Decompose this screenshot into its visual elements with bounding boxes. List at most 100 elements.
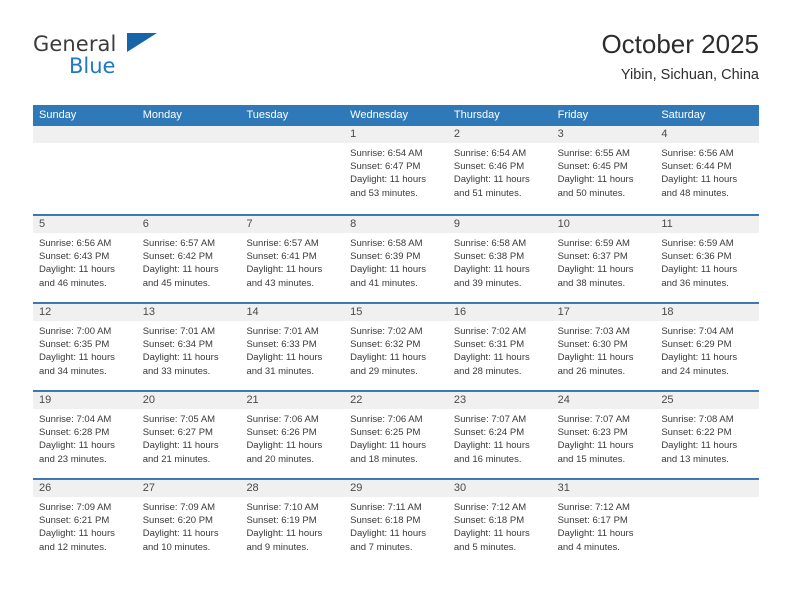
calendar-day-cell[interactable]: 10 Sunrise: 6:59 AM Sunset: 6:37 PM Dayligh… — [551, 216, 656, 302]
day-number: 1 — [344, 126, 448, 143]
day-number: 23 — [447, 392, 552, 409]
day-details: Sunrise: 6:54 AM Sunset: 6:46 PM Daylight:… — [448, 143, 552, 200]
day-number: 14 — [240, 304, 345, 321]
day-details: Sunrise: 7:10 AM Sunset: 6:19 PM Daylight:… — [240, 497, 344, 554]
calendar-day-cell[interactable]: 19 Sunrise: 7:04 AM Sunset: 6:28 PM Dayligh… — [33, 392, 137, 478]
calendar-day-cell[interactable]: 21 Sunrise: 7:06 AM Sunset: 6:26 PM Dayligh… — [240, 392, 345, 478]
day-details: Sunrise: 7:09 AM Sunset: 6:21 PM Daylight:… — [33, 497, 137, 554]
weekday-header-wednesday: Wednesday — [350, 109, 409, 121]
calendar-day-cell[interactable]: 23 Sunrise: 7:07 AM Sunset: 6:24 PM Dayligh… — [447, 392, 552, 478]
daylight-text: Daylight: 11 hours and 21 minutes. — [142, 440, 219, 465]
day-number: 5 — [33, 216, 137, 233]
day-number: 6 — [136, 216, 241, 233]
calendar-day-cell[interactable]: 31 Sunrise: 7:12 AM Sunset: 6:17 PM Dayligh… — [551, 480, 656, 566]
calendar-day-cell[interactable]: 12 Sunrise: 7:00 AM Sunset: 6:35 PM Dayligh… — [33, 304, 137, 390]
daylight-text: Daylight: 11 hours and 48 minutes. — [661, 174, 738, 199]
day-details: Sunrise: 6:59 AM Sunset: 6:36 PM Daylight:… — [655, 233, 759, 290]
day-details: Sunrise: 6:56 AM Sunset: 6:44 PM Daylight:… — [655, 143, 759, 200]
calendar-day-cell[interactable]: 2 Sunrise: 6:54 AM Sunset: 6:46 PM Daylight… — [447, 126, 552, 214]
sunset-text: Sunset: 6:34 PM — [142, 339, 213, 351]
sunrise-text: Sunrise: 7:10 AM — [246, 502, 319, 513]
calendar-day-cell[interactable]: 15 Sunrise: 7:02 AM Sunset: 6:32 PM Dayligh… — [344, 304, 448, 390]
calendar-grid: Sunday Monday Tuesday Wednesday Thursday Frid… — [33, 105, 760, 566]
calendar-week-row: 5 Sunrise: 6:56 AM Sunset: 6:43 PM Daylight… — [33, 214, 760, 302]
day-details: Sunrise: 6:57 AM Sunset: 6:42 PM Daylight:… — [137, 233, 241, 290]
day-number — [136, 126, 241, 143]
calendar-day-cell-empty — [240, 126, 345, 214]
sunset-text: Sunset: 6:18 PM — [453, 515, 525, 527]
day-details: Sunrise: 7:04 AM Sunset: 6:29 PM Daylight:… — [655, 321, 759, 378]
calendar-day-cell[interactable]: 22 Sunrise: 7:06 AM Sunset: 6:25 PM Dayligh… — [344, 392, 448, 478]
sunrise-text: Sunrise: 6:56 AM — [39, 238, 112, 249]
day-number — [33, 126, 137, 143]
calendar-day-cell[interactable]: 17 Sunrise: 7:03 AM Sunset: 6:30 PM Dayligh… — [551, 304, 656, 390]
calendar-day-cell[interactable]: 7 Sunrise: 6:57 AM Sunset: 6:41 PM Daylight… — [240, 216, 345, 302]
day-number: 2 — [447, 126, 552, 143]
day-number: 15 — [344, 304, 448, 321]
sunset-text: Sunset: 6:47 PM — [350, 161, 421, 173]
title-block: October 2025 Yibin, Sichuan, China — [601, 28, 759, 85]
daylight-text: Daylight: 11 hours and 5 minutes. — [453, 528, 530, 553]
calendar-day-cell[interactable]: 24 Sunrise: 7:07 AM Sunset: 6:23 PM Dayligh… — [551, 392, 656, 478]
day-number: 3 — [551, 126, 656, 143]
calendar-day-cell[interactable]: 18 Sunrise: 7:04 AM Sunset: 6:29 PM Dayligh… — [655, 304, 760, 390]
sunset-text: Sunset: 6:44 PM — [661, 161, 732, 173]
calendar-day-cell[interactable]: 6 Sunrise: 6:57 AM Sunset: 6:42 PM Daylight… — [136, 216, 241, 302]
day-number: 4 — [655, 126, 760, 143]
daylight-text: Daylight: 11 hours and 9 minutes. — [246, 528, 323, 553]
sunrise-text: Sunrise: 7:09 AM — [142, 502, 216, 513]
sunset-text: Sunset: 6:41 PM — [246, 251, 317, 263]
calendar-day-cell[interactable]: 3 Sunrise: 6:55 AM Sunset: 6:45 PM Daylight… — [551, 126, 656, 214]
sunrise-text: Sunrise: 7:00 AM — [39, 326, 112, 337]
calendar-day-cell[interactable]: 13 Sunrise: 7:01 AM Sunset: 6:34 PM Dayligh… — [136, 304, 241, 390]
day-details: Sunrise: 6:58 AM Sunset: 6:38 PM Daylight:… — [448, 233, 552, 290]
daylight-text: Daylight: 11 hours and 51 minutes. — [453, 174, 530, 199]
day-details: Sunrise: 6:56 AM Sunset: 6:43 PM Daylight:… — [33, 233, 137, 290]
day-number: 11 — [655, 216, 760, 233]
calendar-day-cell[interactable]: 30 Sunrise: 7:12 AM Sunset: 6:18 PM Dayligh… — [447, 480, 552, 566]
sunrise-text: Sunrise: 7:08 AM — [661, 414, 734, 425]
sunset-text: Sunset: 6:36 PM — [661, 251, 732, 263]
sunset-text: Sunset: 6:31 PM — [453, 339, 525, 351]
daylight-text: Daylight: 11 hours and 13 minutes. — [661, 440, 738, 465]
calendar-day-cell[interactable]: 29 Sunrise: 7:11 AM Sunset: 6:18 PM Dayligh… — [344, 480, 448, 566]
day-details: Sunrise: 6:57 AM Sunset: 6:41 PM Daylight:… — [240, 233, 344, 290]
calendar-day-cell[interactable]: 26 Sunrise: 7:09 AM Sunset: 6:21 PM Dayligh… — [33, 480, 137, 566]
calendar-day-cell[interactable]: 4 Sunrise: 6:56 AM Sunset: 6:44 PM Daylight… — [655, 126, 760, 214]
sunset-text: Sunset: 6:25 PM — [350, 427, 421, 439]
calendar-day-cell[interactable]: 28 Sunrise: 7:10 AM Sunset: 6:19 PM Dayligh… — [240, 480, 345, 566]
general-blue-logo[interactable]: General Blue — [33, 32, 213, 88]
daylight-text: Daylight: 11 hours and 45 minutes. — [142, 264, 219, 289]
daylight-text: Daylight: 11 hours and 36 minutes. — [661, 264, 738, 289]
sunrise-text: Sunrise: 6:59 AM — [661, 238, 734, 249]
day-number: 18 — [655, 304, 760, 321]
calendar-day-cell[interactable]: 16 Sunrise: 7:02 AM Sunset: 6:31 PM Dayligh… — [447, 304, 552, 390]
calendar-day-cell[interactable]: 14 Sunrise: 7:01 AM Sunset: 6:33 PM Dayligh… — [240, 304, 345, 390]
sunrise-text: Sunrise: 7:06 AM — [246, 414, 319, 425]
calendar-day-cell[interactable]: 27 Sunrise: 7:09 AM Sunset: 6:20 PM Dayligh… — [136, 480, 241, 566]
daylight-text: Daylight: 11 hours and 41 minutes. — [350, 264, 427, 289]
sunset-text: Sunset: 6:42 PM — [142, 251, 213, 263]
calendar-day-cell[interactable]: 20 Sunrise: 7:05 AM Sunset: 6:27 PM Dayligh… — [136, 392, 241, 478]
day-number: 21 — [240, 392, 345, 409]
day-details: Sunrise: 7:12 AM Sunset: 6:18 PM Daylight:… — [448, 497, 552, 554]
sunset-text: Sunset: 6:39 PM — [350, 251, 421, 263]
day-details: Sunrise: 6:58 AM Sunset: 6:39 PM Daylight:… — [344, 233, 448, 290]
weekday-header-monday: Monday — [142, 109, 182, 121]
daylight-text: Daylight: 11 hours and 46 minutes. — [39, 264, 115, 289]
calendar-day-cell[interactable]: 25 Sunrise: 7:08 AM Sunset: 6:22 PM Dayligh… — [655, 392, 760, 478]
day-number: 17 — [551, 304, 656, 321]
calendar-day-cell[interactable]: 5 Sunrise: 6:56 AM Sunset: 6:43 PM Daylight… — [33, 216, 137, 302]
daylight-text: Daylight: 11 hours and 53 minutes. — [350, 174, 427, 199]
calendar-day-cell[interactable]: 1 Sunrise: 6:54 AM Sunset: 6:47 PM Daylight… — [344, 126, 448, 214]
calendar-day-cell[interactable]: 9 Sunrise: 6:58 AM Sunset: 6:38 PM Daylight… — [447, 216, 552, 302]
daylight-text: Daylight: 11 hours and 10 minutes. — [142, 528, 219, 553]
sunset-text: Sunset: 6:18 PM — [350, 515, 421, 527]
calendar-day-cell[interactable]: 11 Sunrise: 6:59 AM Sunset: 6:36 PM Dayligh… — [655, 216, 760, 302]
sunset-text: Sunset: 6:38 PM — [453, 251, 525, 263]
sunset-text: Sunset: 6:32 PM — [350, 339, 421, 351]
calendar-day-cell[interactable]: 8 Sunrise: 6:58 AM Sunset: 6:39 PM Daylight… — [344, 216, 448, 302]
day-details: Sunrise: 6:55 AM Sunset: 6:45 PM Daylight:… — [552, 143, 656, 200]
day-details: Sunrise: 7:12 AM Sunset: 6:17 PM Daylight:… — [552, 497, 656, 554]
daylight-text: Daylight: 11 hours and 39 minutes. — [453, 264, 530, 289]
